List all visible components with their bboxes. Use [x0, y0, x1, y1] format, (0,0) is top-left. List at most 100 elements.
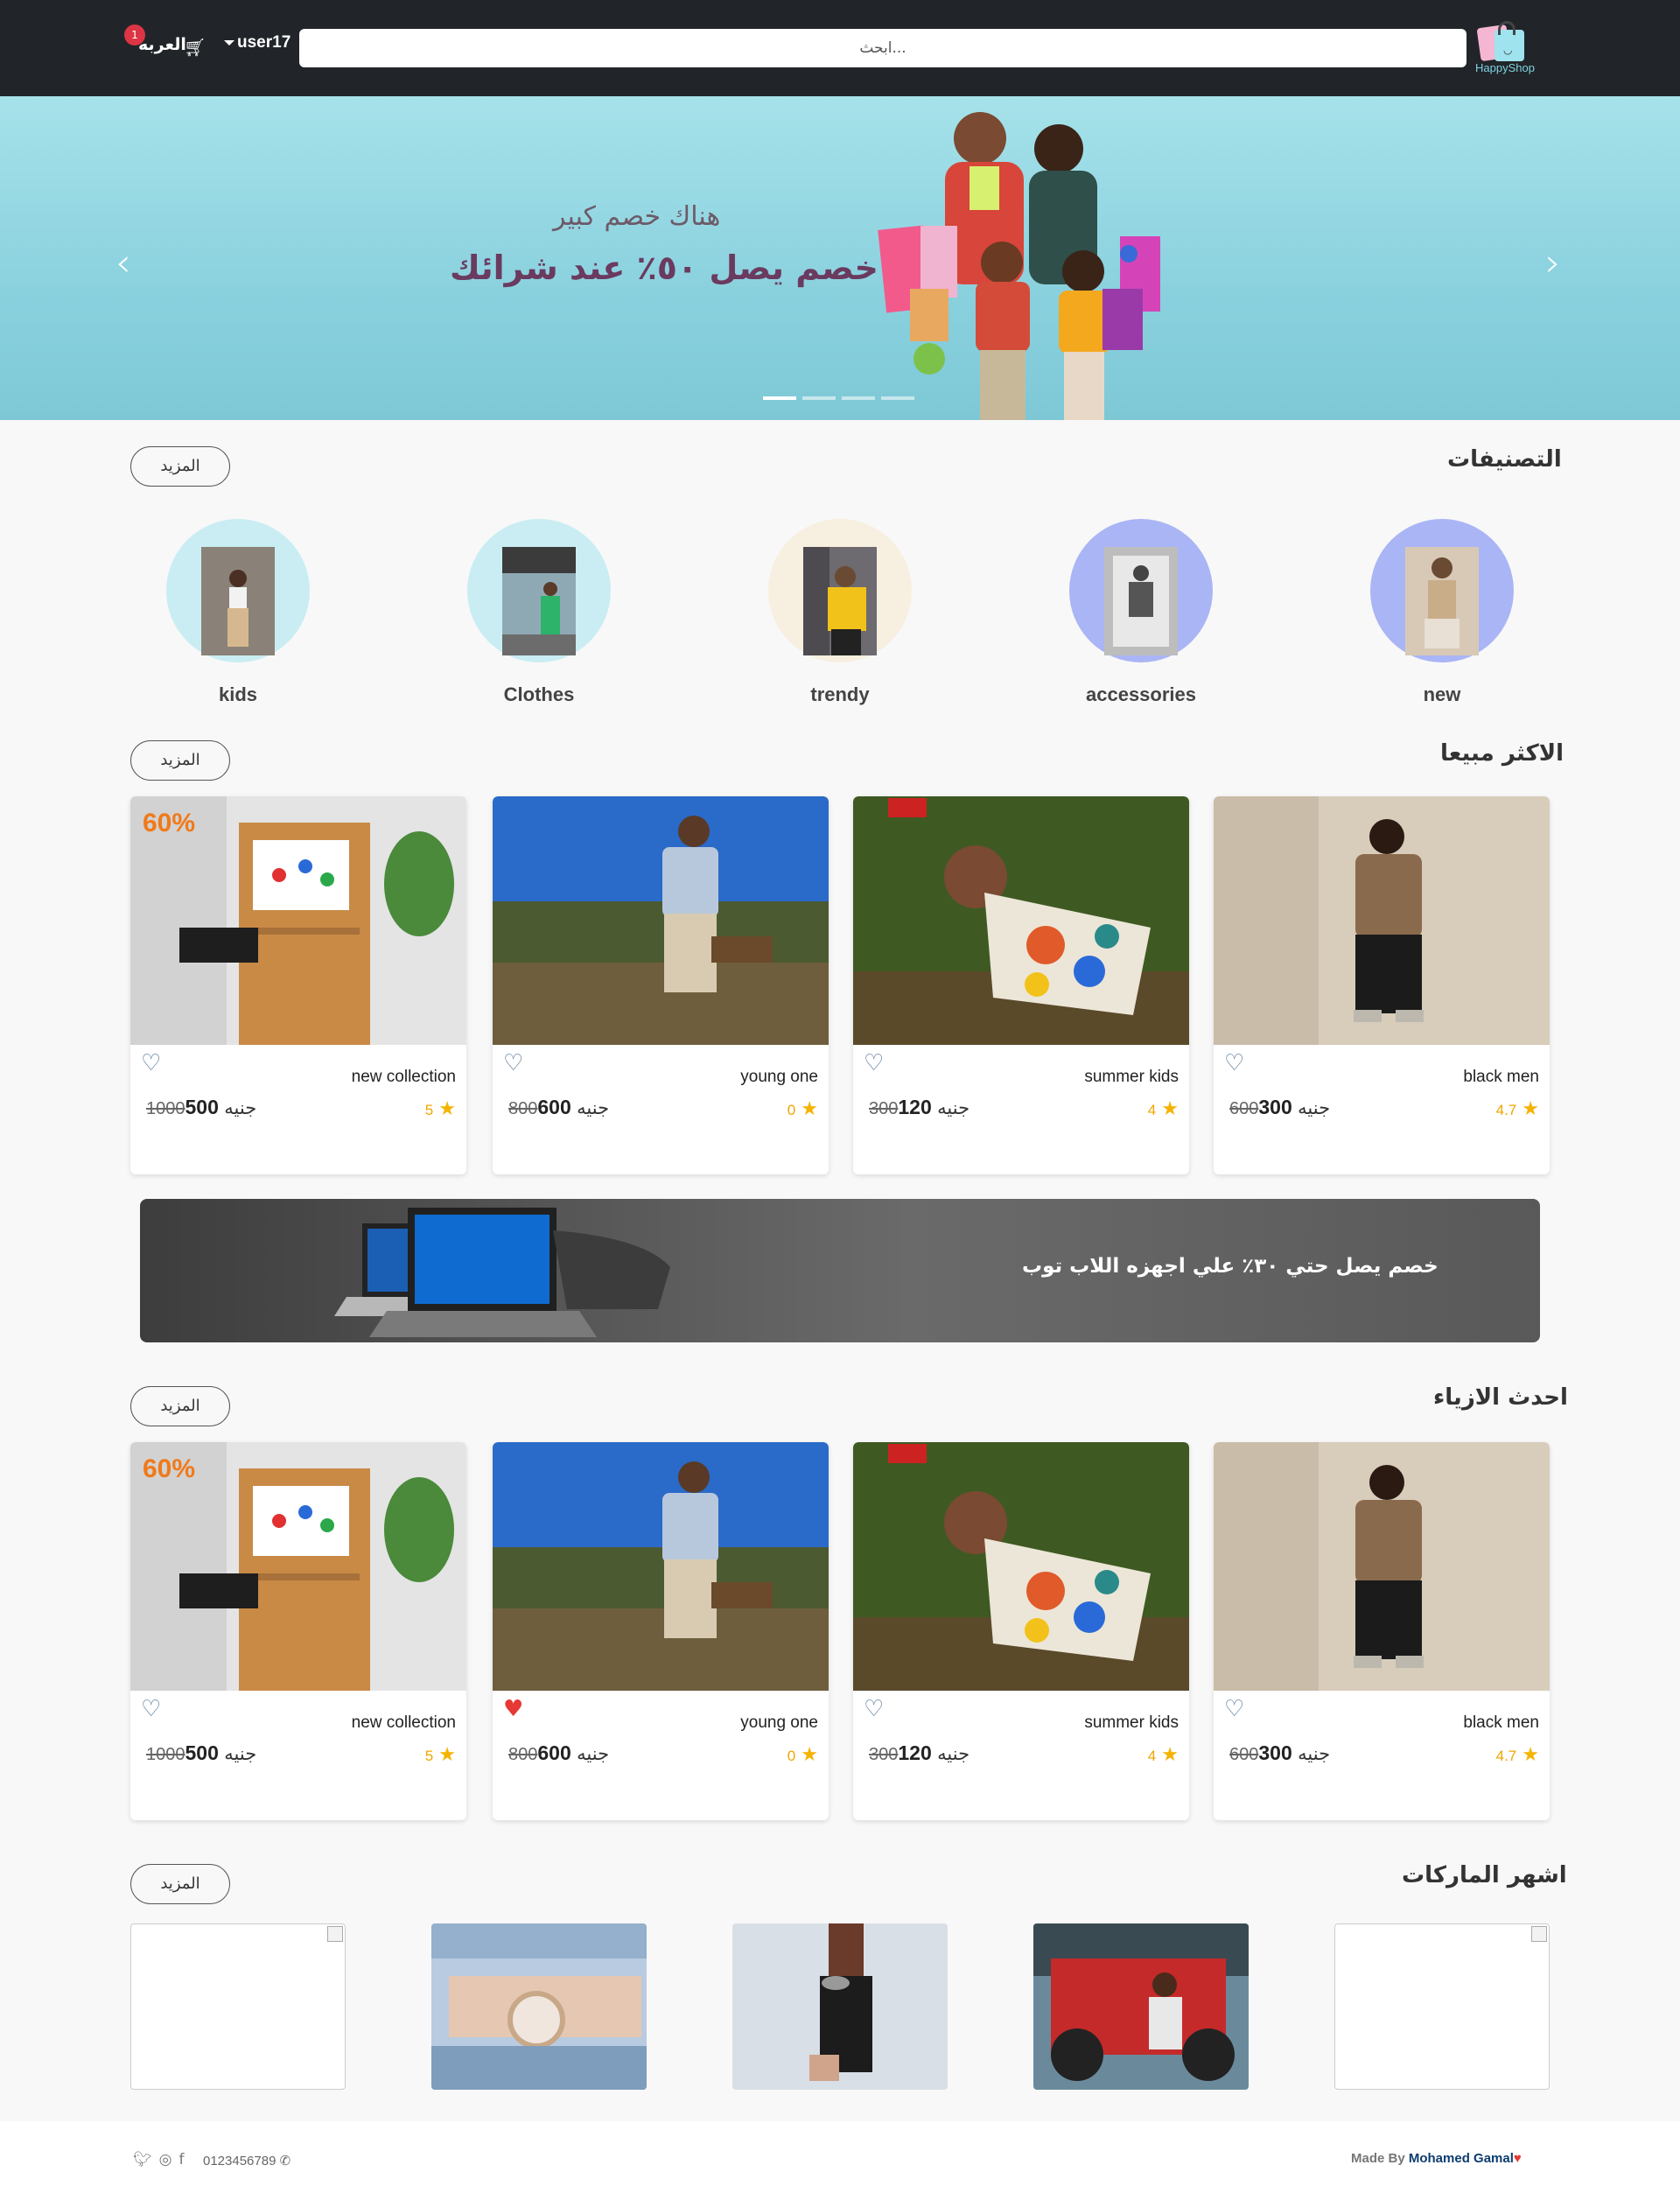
star-icon: ★ [1522, 1097, 1539, 1119]
user-menu[interactable]: user17 [224, 33, 290, 53]
product-image [493, 1442, 829, 1691]
star-icon: ★ [1161, 1743, 1179, 1765]
category-new[interactable]: new [1369, 519, 1515, 706]
category-circle [768, 519, 912, 662]
hero-family-image [878, 112, 1160, 420]
latest-fashion-title: احدث الازياء [1433, 1384, 1568, 1411]
username: user17 [237, 33, 291, 52]
carousel-indicator[interactable] [802, 396, 836, 400]
rating-value: 4 [1147, 1748, 1157, 1764]
wishlist-heart-icon[interactable]: ♡ [864, 1696, 884, 1722]
product-name[interactable]: summer kids [1084, 1713, 1179, 1733]
product-card-young-one[interactable]: ♥ young one 0 ★ جنيه 800600 [493, 1442, 829, 1820]
category-kids[interactable]: kids [165, 519, 311, 706]
currency: جنيه [577, 1743, 610, 1764]
wishlist-heart-icon[interactable]: ♡ [141, 1696, 161, 1722]
category-accessories[interactable]: accessories [1068, 519, 1214, 706]
new-price: 300 [1258, 1096, 1292, 1118]
carousel-indicator[interactable] [842, 396, 875, 400]
product-name[interactable]: young one [740, 1068, 818, 1087]
wishlist-heart-icon[interactable]: ♡ [1224, 1696, 1244, 1722]
product-name[interactable]: summer kids [1084, 1068, 1179, 1087]
product-price: جنيه 300120 [869, 1096, 970, 1119]
category-label: accessories [1086, 683, 1196, 705]
brands-more-button[interactable]: المزيد [130, 1864, 230, 1904]
cart-link[interactable]: العربه [138, 35, 186, 54]
footer: Made By Mohamed Gamal♥ 0123456789 ✆ 🐦︎◎f [0, 2121, 1680, 2193]
product-card-new-collection[interactable]: 60% ♡ new collection 5 ★ جنيه 1000500 [130, 1442, 466, 1820]
product-name[interactable]: new collection [352, 1713, 456, 1733]
product-card-summer-kids[interactable]: ♡ summer kids 4 ★ جنيه 300120 [853, 796, 1189, 1174]
best-sellers-more-button[interactable]: المزيد [130, 740, 230, 781]
wishlist-heart-icon[interactable]: ♡ [1224, 1050, 1244, 1076]
category-circle [166, 519, 310, 662]
old-price: 800 [508, 1099, 538, 1118]
product-card-young-one[interactable]: ♡ young one 0 ★ جنيه 800600 [493, 796, 829, 1174]
product-card-black-men[interactable]: ♡ black men 4.7 ★ جنيه 600300 [1214, 1442, 1550, 1820]
wishlist-heart-filled-icon[interactable]: ♥ [503, 1696, 523, 1722]
product-name[interactable]: black men [1463, 1068, 1539, 1087]
categories-more-button[interactable]: المزيد [130, 446, 230, 487]
old-price: 300 [869, 1099, 899, 1118]
category-clothes[interactable]: Clothes [466, 519, 612, 706]
wishlist-heart-icon[interactable]: ♡ [141, 1050, 161, 1076]
brand-image[interactable] [732, 1923, 948, 2090]
hero-subtitle: هناك خصم كبير [553, 201, 721, 232]
made-by-label: Made By [1351, 2151, 1405, 2166]
new-price: 300 [1258, 1741, 1292, 1764]
brand-image[interactable] [431, 1923, 647, 2090]
facebook-icon[interactable]: f [178, 2151, 191, 2168]
carousel-next-icon[interactable]: › [1545, 241, 1561, 285]
product-rating: 4 ★ [1148, 1097, 1179, 1120]
product-rating: 5 ★ [425, 1097, 456, 1120]
category-photo [1405, 547, 1479, 655]
product-price: جنيه 600300 [1229, 1096, 1330, 1119]
social-links: 🐦︎◎f [133, 2151, 191, 2168]
carousel-indicator[interactable] [763, 396, 796, 400]
svg-text:60%: 60% [143, 1454, 195, 1483]
product-card-summer-kids[interactable]: ♡ summer kids 4 ★ جنيه 300120 [853, 1442, 1189, 1820]
brands-title: اشهر الماركات [1402, 1862, 1567, 1888]
hero-title: خصم يصل ٥٠٪ عند شرائك [450, 249, 878, 287]
latest-fashion-more-button[interactable]: المزيد [130, 1386, 230, 1426]
product-price: جنيه 600300 [1229, 1741, 1330, 1765]
product-image [1214, 796, 1550, 1045]
cart-icon[interactable]: 🛒︎ [184, 37, 206, 58]
star-icon: ★ [438, 1743, 456, 1765]
new-price: 120 [898, 1741, 932, 1764]
product-name[interactable]: new collection [352, 1068, 456, 1087]
broken-image-icon [1531, 1926, 1547, 1942]
currency: جنيه [1298, 1097, 1331, 1118]
laptop-promo-banner[interactable]: خصم يصل حتي ٣٠٪ علي اجهزه اللاب توب [140, 1199, 1540, 1342]
brand-image-broken[interactable] [1334, 1923, 1550, 2090]
product-name[interactable]: young one [740, 1713, 818, 1733]
new-price: 600 [537, 1096, 571, 1118]
currency: جنيه [577, 1097, 610, 1118]
happyshop-logo[interactable]: ◡ HappyShop [1472, 19, 1535, 75]
currency: جنيه [224, 1097, 257, 1118]
product-card-new-collection[interactable]: 60% ♡ new collection 5 ★ جنيه 1000500 [130, 796, 466, 1174]
twitter-icon[interactable]: 🐦︎ [133, 2151, 159, 2168]
brand-image[interactable] [1033, 1923, 1249, 2090]
author-name[interactable]: Mohamed Gamal [1409, 2151, 1514, 2166]
rating-value: 0 [787, 1748, 796, 1764]
carousel-indicator[interactable] [881, 396, 914, 400]
brand-image-broken[interactable] [130, 1923, 346, 2090]
product-image [853, 1442, 1189, 1691]
product-name[interactable]: black men [1463, 1713, 1539, 1733]
product-rating: 4.7 ★ [1496, 1097, 1539, 1120]
product-card-black-men[interactable]: ♡ black men 4.7 ★ جنيه 600300 [1214, 796, 1550, 1174]
star-icon: ★ [438, 1097, 456, 1119]
carousel-prev-icon[interactable]: ‹ [116, 241, 131, 285]
category-trendy[interactable]: trendy [767, 519, 913, 706]
wishlist-heart-icon[interactable]: ♡ [503, 1050, 523, 1076]
laptop-promo-text: خصم يصل حتي ٣٠٪ علي اجهزه اللاب توب [1022, 1255, 1438, 1278]
caret-down-icon [224, 39, 234, 46]
product-price: جنيه 800600 [508, 1741, 609, 1765]
star-icon: ★ [801, 1743, 818, 1765]
search-input[interactable] [299, 29, 1466, 67]
new-price: 120 [898, 1096, 932, 1118]
wishlist-heart-icon[interactable]: ♡ [864, 1050, 884, 1076]
product-image [493, 796, 829, 1045]
instagram-icon[interactable]: ◎ [159, 2151, 179, 2168]
